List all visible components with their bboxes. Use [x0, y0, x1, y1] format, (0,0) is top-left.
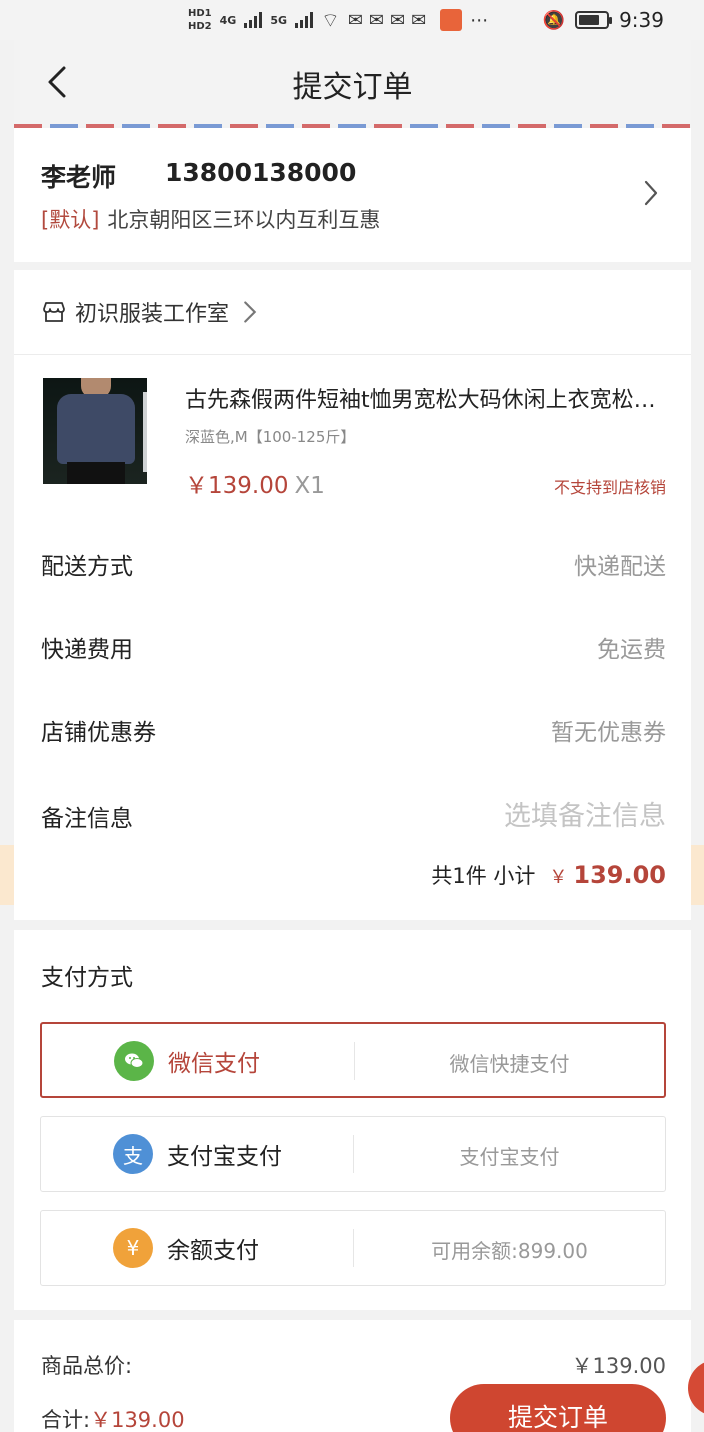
shop-name: 初识服装工作室: [75, 302, 230, 327]
pay-option-desc: 可用余额:899.00: [431, 1239, 588, 1263]
pay-option-name: 微信支付: [168, 1051, 260, 1077]
left-edge-tab: [0, 845, 14, 905]
total-line: 合计:￥139.00: [41, 1404, 185, 1432]
signal-2-icon: [295, 12, 314, 28]
payment-title: 支付方式: [41, 965, 133, 991]
total-label: 合计:: [41, 1408, 91, 1432]
recipient-name: 李老师: [41, 163, 117, 192]
address-detail: 北京朝阳区三环以内互利互惠: [107, 208, 381, 232]
hd2-label: HD2: [188, 21, 212, 32]
delivery-value: 快递配送: [574, 554, 666, 580]
pay-option-name: 支付宝支付: [167, 1144, 282, 1170]
address-card[interactable]: 李老师 13800138000 [默认] 北京朝阳区三环以内互利互惠: [14, 128, 691, 262]
shipping-fee-label: 快递费用: [41, 637, 133, 663]
alipay-icon: 支: [113, 1134, 153, 1174]
wifi-icon: ⌔: [321, 7, 340, 32]
subtotal: 共1件 小计 ￥ 139.00: [431, 860, 666, 890]
coupon-label: 店铺优惠券: [41, 720, 156, 746]
chevron-right-icon: [644, 180, 658, 206]
status-bar: HD1 HD2 4G 5G ⌔ ✉✉✉✉ ⋯ 🔕 9:39: [0, 0, 704, 40]
nav-bar: 提交订单: [14, 40, 691, 126]
product-title[interactable]: 古先森假两件短袖t恤男宽松大码休闲上衣宽松大码: [185, 382, 665, 414]
status-left: HD1 HD2 4G 5G ⌔ ✉✉✉✉ ⋯: [188, 2, 488, 38]
store-pickup-note: 不支持到店核销: [553, 478, 666, 497]
bottom-summary: 商品总价: ￥139.00 合计:￥139.00 提交订单: [14, 1320, 691, 1432]
pay-option-desc: 支付宝支付: [459, 1145, 560, 1169]
page-title: 提交订单: [292, 70, 413, 105]
clock: 9:39: [619, 8, 664, 32]
delivery-label: 配送方式: [41, 554, 133, 580]
signal-icon: [244, 12, 263, 28]
remark-label: 备注信息: [41, 806, 133, 832]
product-spec: 深蓝色,M【100-125斤】: [185, 428, 356, 446]
pay-option-alipay[interactable]: 支 支付宝支付 支付宝支付: [40, 1116, 666, 1192]
remark-row: 备注信息: [41, 796, 666, 836]
shop-link[interactable]: 初识服装工作室: [41, 292, 263, 332]
battery-icon: [575, 11, 613, 29]
chevron-right-small-icon: [244, 301, 257, 323]
payment-card: 支付方式 微信支付 微信快捷支付 支 支付宝支付 支付宝支付 ¥ 余额支付 可用…: [14, 930, 691, 1310]
order-card: 初识服装工作室 古先森假两件短袖t恤男宽松大码休闲上衣宽松大码 深蓝色,M【10…: [14, 270, 691, 920]
goods-total-value: ￥139.00: [571, 1354, 666, 1378]
subtotal-currency: ￥: [549, 867, 568, 888]
subtotal-text: 共1件 小计: [431, 864, 536, 888]
pay-option-desc: 微信快捷支付: [449, 1052, 570, 1076]
more-icon: ⋯: [470, 9, 489, 31]
right-edge-tab: [691, 845, 704, 905]
total-value: ￥139.00: [90, 1408, 185, 1432]
recipient-phone: 13800138000: [165, 158, 357, 187]
shipping-fee-value: 免运费: [597, 637, 666, 663]
app-icon: [440, 9, 463, 31]
shop-icon: [43, 302, 65, 322]
goods-total-label: 商品总价:: [41, 1354, 133, 1378]
pay-option-name: 余额支付: [167, 1238, 259, 1264]
pay-option-balance[interactable]: ¥ 余额支付 可用余额:899.00: [40, 1210, 666, 1286]
product-image[interactable]: [43, 378, 147, 484]
coupon-row[interactable]: 店铺优惠券 暂无优惠券: [41, 710, 666, 750]
balance-icon: ¥: [113, 1228, 153, 1268]
subtotal-amount: 139.00: [573, 861, 666, 889]
shop-divider: [14, 354, 691, 355]
network-4g-label: 4G: [219, 13, 237, 27]
remark-input[interactable]: [366, 800, 666, 832]
default-tag: [默认]: [41, 208, 100, 232]
wechat-icon: [114, 1041, 154, 1081]
coupon-value: 暂无优惠券: [551, 720, 666, 746]
network-5g-label: 5G: [270, 13, 288, 27]
product-price-line: ￥139.00 X1: [185, 466, 325, 500]
mute-bell-icon: 🔕: [542, 9, 566, 31]
status-right: 🔕 9:39: [543, 4, 664, 36]
submit-order-button[interactable]: 提交订单: [450, 1384, 666, 1432]
address-line: [默认] 北京朝阳区三环以内互利互惠: [41, 204, 380, 234]
notification-icons: ✉✉✉✉: [347, 9, 433, 31]
product-qty: X1: [294, 473, 325, 499]
pay-option-wechat[interactable]: 微信支付 微信快捷支付: [40, 1022, 666, 1098]
delivery-row[interactable]: 配送方式 快递配送: [41, 544, 666, 584]
hd1-label: HD1: [188, 8, 212, 19]
product-price: ￥139.00: [185, 473, 289, 499]
shipping-fee-row: 快递费用 免运费: [41, 627, 666, 667]
